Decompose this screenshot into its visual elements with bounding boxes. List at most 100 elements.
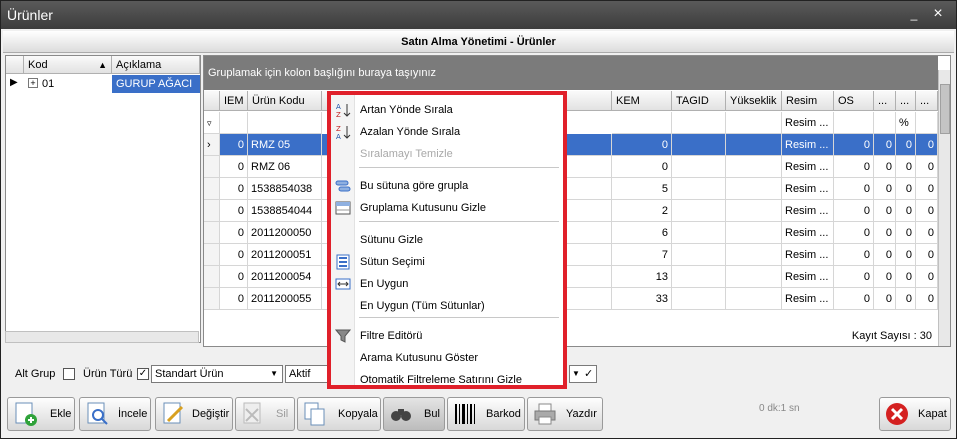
cell-a[interactable]: 0 <box>874 156 896 178</box>
cell-kem[interactable]: 13 <box>612 266 672 288</box>
cell-iem[interactable]: 0 <box>220 156 248 178</box>
menu-item[interactable]: Z A Azalan Yönde Sırala <box>331 121 563 143</box>
bul-button[interactable]: Bul <box>383 397 445 431</box>
durum-extra[interactable]: ▼ ✓ <box>569 365 597 383</box>
cell-b[interactable]: 0 <box>896 288 916 310</box>
cell-a[interactable]: 0 <box>874 200 896 222</box>
cell-resim[interactable]: Resim ... <box>782 178 834 200</box>
filter-cell[interactable] <box>672 112 726 134</box>
cell-a[interactable]: 0 <box>874 178 896 200</box>
cell-kem[interactable]: 6 <box>612 222 672 244</box>
cell-kem[interactable]: 2 <box>612 200 672 222</box>
cell[interactable] <box>726 178 782 200</box>
col-urun-kodu[interactable]: Ürün Kodu <box>248 91 322 111</box>
tree-horizontal-scrollbar[interactable] <box>5 331 199 343</box>
incele-button[interactable]: İncele <box>79 397 151 431</box>
cell-resim[interactable]: Resim ... <box>782 288 834 310</box>
tree-col-kod[interactable]: Kod ▲ <box>24 56 112 74</box>
cell-b[interactable]: 0 <box>896 266 916 288</box>
col-more-3[interactable]: ... <box>916 91 938 111</box>
scroll-thumb[interactable] <box>940 84 950 134</box>
filter-cell-resim[interactable]: Resim ... <box>782 112 834 134</box>
cell-os[interactable]: 0 <box>834 222 874 244</box>
filter-cell[interactable] <box>874 112 896 134</box>
filter-cell-pct[interactable]: % <box>896 112 916 134</box>
table-row[interactable]: 0153885404489745...2Resim ...0000 <box>204 200 938 222</box>
filter-cell[interactable] <box>220 112 248 134</box>
cell-kem[interactable]: 33 <box>612 288 672 310</box>
cell-kem[interactable]: 0 <box>612 156 672 178</box>
cell-c[interactable]: 0 <box>916 288 938 310</box>
cell-b[interactable]: 0 <box>896 178 916 200</box>
menu-item[interactable]: Filtre Editörü <box>331 325 563 347</box>
cell[interactable] <box>672 222 726 244</box>
cell-kem[interactable]: 5 <box>612 178 672 200</box>
cell-os[interactable]: 0 <box>834 156 874 178</box>
cell-c[interactable]: 0 <box>916 134 938 156</box>
filter-cell[interactable] <box>248 112 322 134</box>
cell-kod[interactable]: 2011200050 <box>248 222 322 244</box>
cell-resim[interactable]: Resim ... <box>782 222 834 244</box>
cell-kem[interactable]: 7 <box>612 244 672 266</box>
cell-resim[interactable]: Resim ... <box>782 244 834 266</box>
cell-c[interactable]: 0 <box>916 222 938 244</box>
cell[interactable] <box>726 288 782 310</box>
table-row[interactable]: 0153885403889745...5Resim ...0000 <box>204 178 938 200</box>
col-iem[interactable]: IEM <box>220 91 248 111</box>
cell-resim[interactable]: Resim ... <box>782 134 834 156</box>
cell-c[interactable]: 0 <box>916 266 938 288</box>
cell-a[interactable]: 0 <box>874 266 896 288</box>
urun-turu-checkbox[interactable]: ✓ <box>137 368 149 380</box>
durum-select[interactable]: Aktif <box>285 365 329 383</box>
col-more-1[interactable]: ... <box>874 91 896 111</box>
cell[interactable] <box>726 222 782 244</box>
cell[interactable] <box>672 200 726 222</box>
cell[interactable] <box>672 134 726 156</box>
tree-row[interactable]: ▶ + 01 GURUP AĞACI <box>6 75 200 93</box>
sil-button[interactable]: Sil <box>235 397 295 431</box>
cell[interactable] <box>672 288 726 310</box>
col-resim[interactable]: Resim <box>782 91 834 111</box>
cell-b[interactable]: 0 <box>896 156 916 178</box>
cell-iem[interactable]: 0 <box>220 266 248 288</box>
cell[interactable] <box>672 178 726 200</box>
filter-cell[interactable] <box>726 112 782 134</box>
cell-os[interactable]: 0 <box>834 266 874 288</box>
cell-iem[interactable]: 0 <box>220 288 248 310</box>
close-window-button[interactable]: × <box>929 5 947 23</box>
cell-kem[interactable]: 0 <box>612 134 672 156</box>
cell-kod[interactable]: 2011200054 <box>248 266 322 288</box>
cell-kod[interactable]: RMZ 06 <box>248 156 322 178</box>
cell-kod[interactable]: 2011200051 <box>248 244 322 266</box>
minimize-button[interactable]: _ <box>905 5 923 23</box>
col-kem[interactable]: KEM <box>612 91 672 111</box>
cell-resim[interactable]: Resim ... <box>782 156 834 178</box>
expand-icon[interactable]: + <box>28 78 38 88</box>
ekle-button[interactable]: Ekle <box>7 397 75 431</box>
alt-grup-checkbox[interactable] <box>63 368 75 380</box>
cell-os[interactable]: 0 <box>834 200 874 222</box>
table-row[interactable]: 0201120005589057...33Resim ...0000 <box>204 288 938 310</box>
cell-os[interactable]: 0 <box>834 134 874 156</box>
menu-item[interactable]: Otomatik Filtreleme Satırını Gizle <box>331 369 563 391</box>
cell-a[interactable]: 0 <box>874 288 896 310</box>
cell-c[interactable]: 0 <box>916 200 938 222</box>
cell-kod[interactable]: 1538854038 <box>248 178 322 200</box>
degistir-button[interactable]: Değiştir <box>155 397 233 431</box>
cell-b[interactable]: 0 <box>896 134 916 156</box>
col-tagid[interactable]: TAGID <box>672 91 726 111</box>
cell-resim[interactable]: Resim ... <box>782 200 834 222</box>
cell-iem[interactable]: 0 <box>220 222 248 244</box>
cell-iem[interactable]: 0 <box>220 200 248 222</box>
group-by-panel[interactable]: Gruplamak için kolon başlığını buraya ta… <box>204 56 938 90</box>
filter-cell[interactable] <box>612 112 672 134</box>
cell[interactable] <box>672 266 726 288</box>
col-more-2[interactable]: ... <box>896 91 916 111</box>
cell-kod[interactable]: RMZ 05 <box>248 134 322 156</box>
kapat-button[interactable]: Kapat <box>879 397 951 431</box>
cell[interactable] <box>726 244 782 266</box>
cell-b[interactable]: 0 <box>896 200 916 222</box>
filter-cell[interactable] <box>916 112 938 134</box>
menu-item[interactable]: Gruplama Kutusunu Gizle <box>331 197 563 219</box>
tree-col-aciklama[interactable]: Açıklama <box>112 56 200 74</box>
